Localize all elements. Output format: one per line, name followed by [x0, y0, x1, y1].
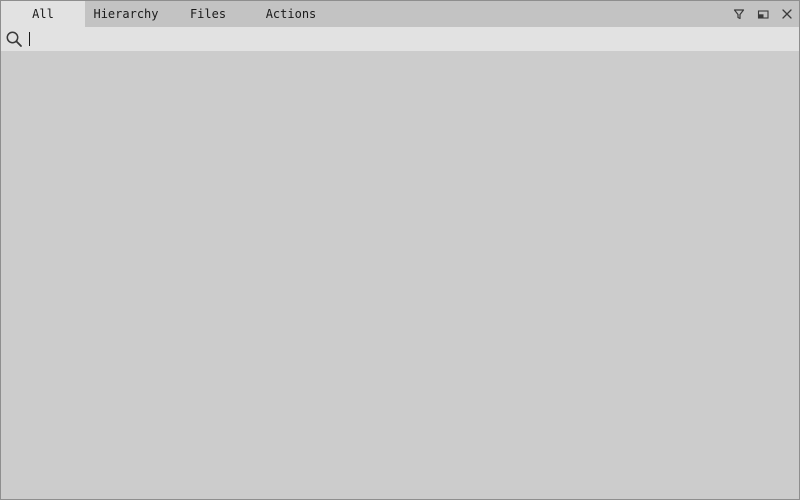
close-icon [782, 9, 792, 19]
close-button[interactable] [778, 5, 796, 23]
search-window: All Hierarchy Files Actions [0, 0, 800, 500]
tab-hierarchy[interactable]: Hierarchy [85, 1, 167, 27]
filter-button[interactable] [730, 5, 748, 23]
tab-all[interactable]: All [1, 1, 85, 27]
text-caret [29, 32, 30, 46]
dock-button[interactable] [754, 5, 772, 23]
search-bar [1, 27, 799, 51]
tab-bar: All Hierarchy Files Actions [1, 1, 799, 27]
tab-actions[interactable]: Actions [249, 1, 333, 27]
search-icon [6, 31, 22, 47]
filter-icon [733, 9, 745, 20]
dock-icon [757, 10, 769, 19]
results-area [1, 51, 799, 499]
search-input[interactable] [27, 29, 789, 49]
tab-files[interactable]: Files [167, 1, 249, 27]
